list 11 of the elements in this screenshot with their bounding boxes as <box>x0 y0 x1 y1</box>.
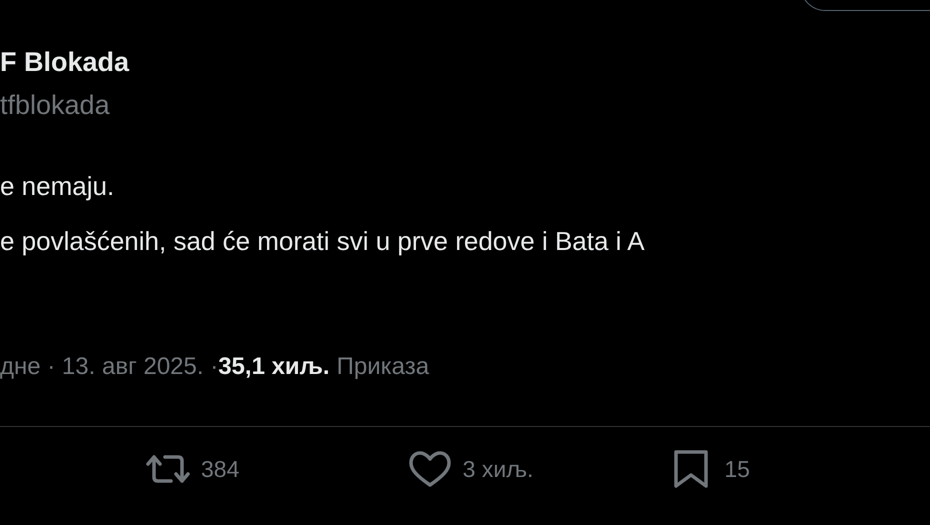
like-button[interactable]: 3 хиљ. <box>406 449 668 489</box>
timestamp[interactable]: дне · 13. авг 2025. · <box>0 352 218 382</box>
tweet-text-line: e nemaju. <box>0 170 116 203</box>
author-name[interactable]: F Blokada <box>0 46 930 78</box>
view-count: 35,1 хиљ. <box>218 352 330 382</box>
views-label: Приказа <box>336 352 430 382</box>
tweet-text-line: e povlašćenih, sad će morati svi u prve redove i Bata i A <box>0 225 646 258</box>
heart-icon <box>406 449 453 489</box>
repost-button[interactable]: 384 <box>145 449 407 489</box>
bookmark-button[interactable]: 15 <box>668 449 930 489</box>
author-handle[interactable]: tfblokada <box>0 89 930 121</box>
